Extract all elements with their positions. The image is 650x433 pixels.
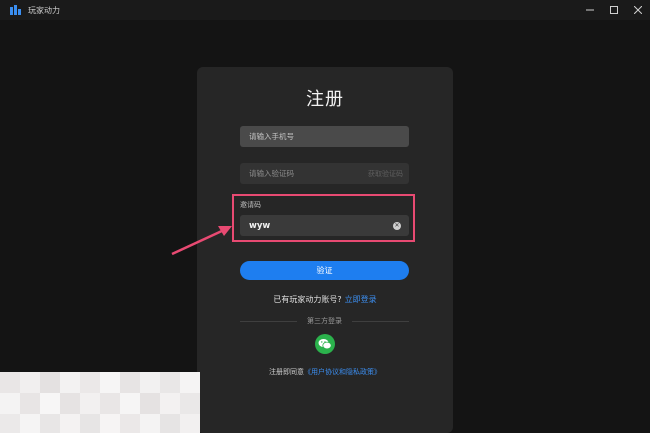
divider-line-left <box>240 320 297 322</box>
close-icon[interactable] <box>626 0 650 20</box>
maximize-icon[interactable] <box>602 0 626 20</box>
phone-placeholder: 请输入手机号 <box>249 132 294 141</box>
page-title: 注册 <box>306 89 344 110</box>
code-placeholder: 请输入验证码 <box>249 169 294 178</box>
third-party-label: 第三方登录 <box>307 317 342 325</box>
login-prompt: 已有玩家动力账号? 立即登录 <box>197 294 453 305</box>
window-controls <box>578 0 650 20</box>
app-window: 玩家动力 注册 请输入手机号 请输入验证码 获取验证码 邀请码 wyw ✕ 验证… <box>0 0 650 433</box>
verification-code-input[interactable]: 请输入验证码 获取验证码 <box>240 163 409 184</box>
login-link[interactable]: 立即登录 <box>345 295 377 304</box>
agreement-prefix: 注册即同意 <box>269 368 304 376</box>
annotation-arrow-icon <box>171 226 232 256</box>
title-bar: 玩家动力 <box>0 0 650 20</box>
agreement-link[interactable]: 《用户协议和隐私政策》 <box>304 368 381 376</box>
phone-input[interactable]: 请输入手机号 <box>240 126 409 147</box>
minimize-icon[interactable] <box>578 0 602 20</box>
third-party-divider: 第三方登录 <box>240 316 409 326</box>
divider-line-right <box>352 320 409 322</box>
wechat-login-icon[interactable] <box>315 334 335 354</box>
get-code-button[interactable]: 获取验证码 <box>368 169 403 179</box>
highlight-box <box>232 194 415 242</box>
pixelated-area <box>0 372 200 433</box>
has-account-text: 已有玩家动力账号? <box>273 295 342 304</box>
app-logo-icon <box>10 5 22 15</box>
app-title: 玩家动力 <box>28 5 60 15</box>
verify-button[interactable]: 验证 <box>240 261 409 280</box>
agreement-row: 注册即同意《用户协议和隐私政策》 <box>197 367 453 377</box>
